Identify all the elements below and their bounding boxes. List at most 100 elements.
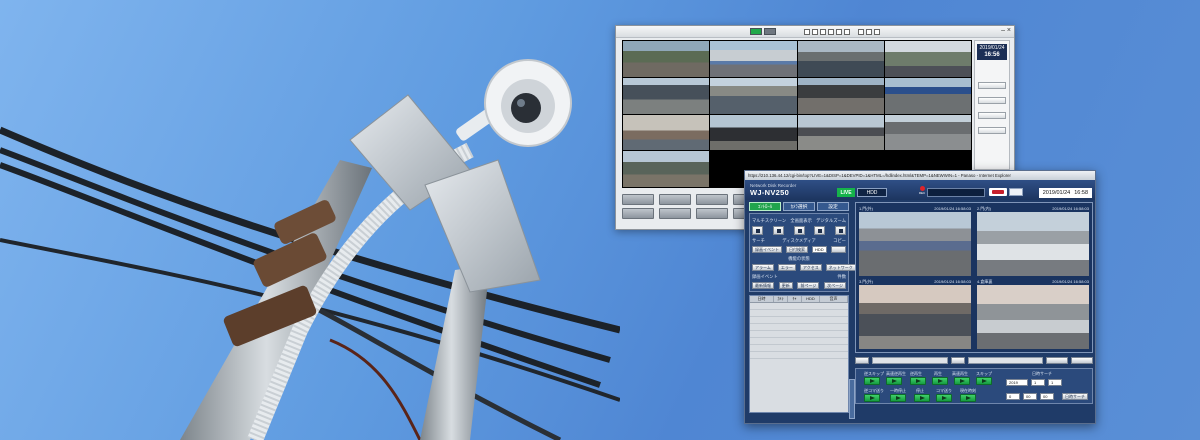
status-bar: LIVE HDD — [837, 188, 887, 197]
settings-icon[interactable] — [874, 28, 880, 35]
help-button[interactable] — [1009, 188, 1023, 196]
camera-tile[interactable] — [797, 77, 884, 114]
list-item[interactable] — [750, 310, 848, 317]
list-item[interactable] — [750, 352, 848, 359]
fullscreen-icon[interactable] — [844, 28, 850, 35]
camera-tile[interactable] — [623, 114, 710, 151]
window-controls[interactable]: – × — [1001, 27, 1011, 34]
stop-button[interactable] — [914, 394, 930, 402]
play-button[interactable] — [932, 377, 948, 385]
skip-back-button[interactable] — [864, 377, 880, 385]
fast-play-button[interactable] — [954, 377, 970, 385]
camera-tile[interactable] — [623, 151, 710, 187]
status-label: 機能の状態 — [788, 256, 810, 261]
control-button[interactable] — [696, 194, 728, 205]
access-button[interactable]: アクセス — [799, 264, 822, 271]
camera-tile[interactable] — [710, 114, 797, 151]
camera-view-4[interactable]: 4.倉庫裏 2019/01/24 16:58:03 — [977, 279, 1089, 349]
play-button[interactable] — [764, 28, 776, 35]
skip-button[interactable] — [976, 377, 992, 385]
next-page-button[interactable]: 次ページ — [824, 282, 846, 289]
list-item[interactable] — [750, 331, 848, 338]
zoom-x4-button[interactable] — [835, 226, 846, 235]
utility-pole — [420, 265, 490, 440]
camera-tile[interactable] — [884, 77, 971, 114]
camera-tile[interactable] — [884, 41, 971, 77]
side-button[interactable] — [978, 82, 1006, 89]
control-button[interactable] — [622, 208, 654, 219]
camera-tile[interactable] — [623, 41, 710, 77]
layout-16-icon[interactable] — [828, 28, 834, 35]
copy-button[interactable] — [830, 246, 846, 253]
camera-tile[interactable] — [884, 114, 971, 151]
layout-custom-icon[interactable] — [836, 28, 842, 35]
frame-forward-button[interactable] — [936, 394, 952, 402]
layout-9-icon[interactable] — [820, 28, 826, 35]
tab-control[interactable]: ｺﾝﾄﾛｰﾙ — [749, 202, 781, 211]
zoom-x2-button[interactable] — [814, 226, 826, 235]
camera-view-1[interactable]: 1.門(外) 2019/01/24 16:58:03 — [859, 206, 971, 276]
prev-page-button[interactable]: 前ページ — [797, 282, 820, 289]
month-select[interactable]: 1 — [1031, 379, 1045, 386]
control-button[interactable] — [659, 208, 691, 219]
layout-1-icon[interactable] — [804, 28, 810, 35]
second-select[interactable]: 00 — [1040, 393, 1054, 400]
control-button[interactable] — [622, 194, 654, 205]
alarm-button[interactable]: アラーム — [752, 264, 774, 271]
help-icon[interactable] — [866, 28, 872, 35]
status-button[interactable] — [1046, 356, 1068, 364]
layout-4-icon[interactable] — [812, 28, 818, 35]
disk-select[interactable]: HDD — [812, 246, 827, 253]
list-item[interactable] — [750, 317, 848, 324]
side-button[interactable] — [978, 127, 1006, 134]
viewer-toolbar: – × — [616, 26, 1014, 38]
fullscreen-button[interactable] — [772, 226, 784, 235]
camera-tile[interactable] — [623, 77, 710, 114]
camera-tile[interactable] — [710, 41, 797, 77]
pause-button[interactable] — [890, 394, 906, 402]
date-search-button[interactable]: 日付検索 — [786, 246, 808, 253]
tab-camera-select[interactable]: ｶﾒﾗ選択 — [783, 202, 815, 211]
tab-settings[interactable]: 設定 — [817, 202, 849, 211]
minute-select[interactable]: 00 — [1023, 393, 1037, 400]
side-button[interactable] — [978, 97, 1006, 104]
list-item[interactable] — [750, 338, 848, 345]
count-label: 件数 — [837, 274, 846, 279]
day-select[interactable]: 1 — [1048, 379, 1062, 386]
zoom-x1-button[interactable] — [793, 226, 805, 235]
list-item[interactable] — [750, 324, 848, 331]
event-search-button[interactable]: 録画イベント — [752, 246, 782, 253]
rec-label: REC — [918, 191, 926, 195]
status-button[interactable] — [855, 356, 869, 364]
browser-address-bar[interactable]: https://210.136.44.12/cgi-bin/top?LIVE=1… — [745, 171, 1095, 180]
camera-tile[interactable] — [797, 114, 884, 151]
camera-lens-icon — [517, 99, 525, 107]
side-button[interactable] — [978, 112, 1006, 119]
status-button[interactable] — [1071, 356, 1093, 364]
frame-back-button[interactable] — [864, 394, 880, 402]
reset-button[interactable]: 更新 — [778, 282, 793, 289]
list-item[interactable] — [750, 345, 848, 352]
control-button[interactable] — [696, 208, 728, 219]
date-search-go-button[interactable]: 日時サーチ — [1062, 393, 1088, 400]
live-button[interactable] — [750, 28, 762, 35]
year-select[interactable]: 2019 — [1006, 379, 1028, 386]
network-button[interactable]: ネットワーク — [825, 264, 856, 271]
reverse-button[interactable] — [910, 377, 926, 385]
camera-tile[interactable] — [710, 77, 797, 114]
multiscreen-button[interactable] — [752, 226, 763, 235]
camera-view-3[interactable]: 3.門(外) 2019/01/24 16:58:03 — [859, 279, 971, 349]
hour-select[interactable]: 0 — [1006, 393, 1020, 400]
fast-reverse-button[interactable] — [886, 377, 902, 385]
clock-date: 2019/01/24 — [1042, 190, 1071, 196]
refresh-button[interactable]: 最新情報 — [752, 282, 774, 289]
list-item[interactable] — [750, 303, 848, 310]
tools-icon[interactable] — [858, 28, 864, 35]
col-hdd: HDD — [802, 296, 820, 302]
status-button[interactable] — [950, 356, 965, 364]
camera-tile[interactable] — [797, 41, 884, 77]
error-button[interactable]: エラー — [777, 264, 796, 271]
control-button[interactable] — [659, 194, 691, 205]
go-live-button[interactable] — [960, 394, 976, 402]
camera-view-2[interactable]: 2.門(内) 2019/01/24 16:58:03 — [977, 206, 1089, 276]
